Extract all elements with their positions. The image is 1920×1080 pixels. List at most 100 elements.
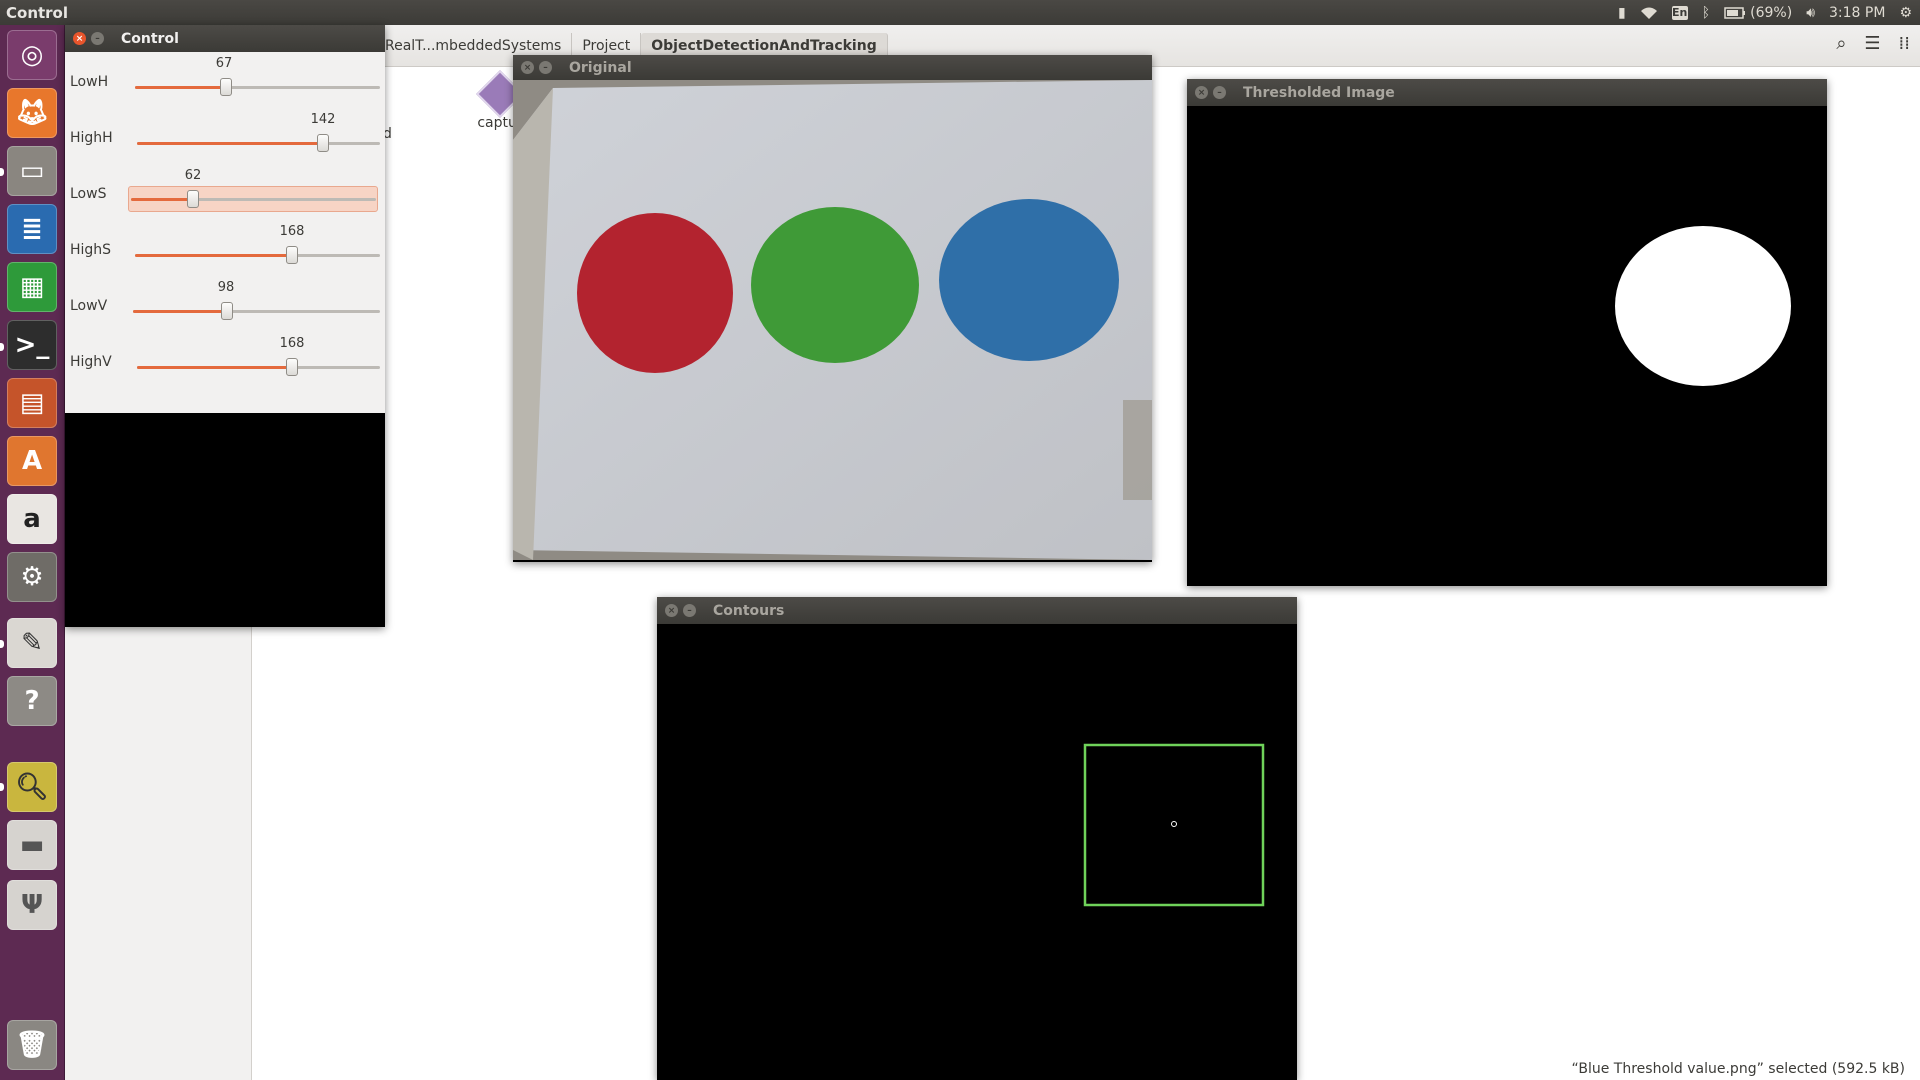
minimize-icon[interactable]: – xyxy=(1213,86,1226,99)
search-icon[interactable]: ⌕ xyxy=(1836,33,1846,54)
trackbar-label: LowV xyxy=(70,298,108,314)
trackbar-track[interactable] xyxy=(131,190,376,208)
green-circle xyxy=(751,207,919,363)
volume-icon[interactable]: 🔊︎ xyxy=(1806,5,1815,21)
trackbar-highv[interactable]: HighV 168 xyxy=(65,332,385,388)
threshold-frame xyxy=(1187,106,1827,586)
original-window-titlebar[interactable]: × – Original xyxy=(513,55,1152,80)
blue-circle xyxy=(939,199,1119,361)
trackbar-label: HighV xyxy=(70,354,112,370)
detected-blob xyxy=(1615,226,1791,386)
help-icon[interactable]: ? xyxy=(7,676,57,726)
trackbar-label: LowH xyxy=(70,74,109,90)
usb-creator-icon[interactable]: Ψ xyxy=(7,880,57,930)
files-indicator-icon[interactable]: ▮ xyxy=(1618,5,1626,21)
top-panel: Control ▮ En ᛒ (69%) 🔊︎ 3:18 PM ⚙ xyxy=(0,0,1920,25)
contours-frame xyxy=(657,624,1297,1080)
status-bar: “Blue Threshold value.png” selected (592… xyxy=(1571,1061,1905,1077)
trackbar-lowh[interactable]: LowH 67 xyxy=(65,52,385,108)
thresholded-window-titlebar[interactable]: × – Thresholded Image xyxy=(1187,79,1827,106)
trackbar-track[interactable] xyxy=(133,302,380,320)
trackbar-value: 67 xyxy=(215,56,233,71)
trackbar-handle[interactable] xyxy=(220,78,232,96)
trackbar-label: HighH xyxy=(70,130,113,146)
battery-indicator[interactable]: (69%) xyxy=(1724,5,1792,21)
keyboard-layout-indicator[interactable]: En xyxy=(1671,5,1688,20)
trackbar-lowv[interactable]: LowV 98 xyxy=(65,276,385,332)
trackbar-value: 168 xyxy=(279,224,305,239)
thresholded-window: × – Thresholded Image xyxy=(1187,79,1827,586)
trackbar-track[interactable] xyxy=(135,246,380,264)
trackbar-track[interactable] xyxy=(135,78,380,96)
running-indicator xyxy=(0,343,4,351)
running-indicator xyxy=(0,168,4,176)
trackbar-handle[interactable] xyxy=(221,302,233,320)
minimize-icon[interactable]: – xyxy=(91,32,104,45)
minimize-icon[interactable]: – xyxy=(539,61,552,74)
software-center-icon[interactable]: A xyxy=(7,436,57,486)
trackbar-value: 62 xyxy=(184,168,202,183)
trackbar-handle[interactable] xyxy=(286,358,298,376)
control-window-titlebar[interactable]: × – Control xyxy=(65,25,385,52)
bluetooth-icon[interactable]: ᛒ xyxy=(1702,5,1710,21)
camera-frame-image xyxy=(513,80,1152,560)
image-viewer-icon[interactable]: 🔍︎ xyxy=(7,762,57,812)
window-title: Contours xyxy=(713,602,785,619)
trackbar-highh[interactable]: HighH 142 xyxy=(65,108,385,164)
window-title: Thresholded Image xyxy=(1243,84,1395,101)
clock[interactable]: 3:18 PM xyxy=(1829,5,1885,21)
threshold-mask-image xyxy=(1187,106,1827,586)
trackbar-value: 168 xyxy=(279,336,305,351)
trackbar-handle[interactable] xyxy=(317,134,329,152)
contours-window: × – Contours xyxy=(657,597,1297,1080)
running-indicator xyxy=(0,783,4,791)
active-app-title: Control xyxy=(6,3,69,22)
list-view-icon[interactable]: ☰ xyxy=(1864,33,1880,54)
amazon-icon[interactable]: a xyxy=(7,494,57,544)
trackbar-label: LowS xyxy=(70,186,107,202)
text-editor-icon[interactable]: ✎ xyxy=(7,618,57,668)
trackbar-handle[interactable] xyxy=(187,190,199,208)
minimize-icon[interactable]: – xyxy=(683,604,696,617)
red-circle xyxy=(577,213,733,373)
close-icon[interactable]: × xyxy=(1195,86,1208,99)
trackbar-handle[interactable] xyxy=(286,246,298,264)
file-manager-tools: ⌕ ☰ ⁞⁞ xyxy=(1836,33,1910,54)
trackbar-value: 98 xyxy=(217,280,235,295)
window-title: Control xyxy=(121,30,179,47)
trackbar-highs[interactable]: HighS 168 xyxy=(65,220,385,276)
control-window: × – Control LowH 67 HighH 142 LowS 62 Hi… xyxy=(65,25,385,627)
contours-image xyxy=(657,624,1297,1080)
trash-icon[interactable]: 🗑︎ xyxy=(7,1020,57,1070)
contours-window-titlebar[interactable]: × – Contours xyxy=(657,597,1297,624)
system-settings-icon[interactable]: ⚙ xyxy=(7,552,57,602)
terminal-icon[interactable]: >_ xyxy=(7,320,57,370)
trackbar-panel: LowH 67 HighH 142 LowS 62 HighS 168 LowV… xyxy=(65,52,385,413)
window-title: Original xyxy=(569,59,632,76)
writer-icon[interactable]: ≣ xyxy=(7,204,57,254)
battery-icon xyxy=(1724,6,1746,19)
firefox-icon[interactable]: 🦊︎ xyxy=(7,88,57,138)
files-icon[interactable]: ▭ xyxy=(7,146,57,196)
camera-frame xyxy=(513,80,1152,560)
wifi-icon[interactable] xyxy=(1640,6,1658,20)
running-indicator xyxy=(0,640,4,648)
calc-icon[interactable]: ▦ xyxy=(7,262,57,312)
launcher: ◎ 🦊︎ ▭ ≣ ▦ >_ ▤ A a ⚙ ✎ ? 🔍︎ ▬ Ψ 🗑︎ xyxy=(0,25,65,1080)
disk-icon[interactable]: ▬ xyxy=(7,820,57,870)
trackbar-lows[interactable]: LowS 62 xyxy=(65,164,385,220)
ubuntu-dash-icon[interactable]: ◎ xyxy=(7,30,57,80)
battery-percent: (69%) xyxy=(1750,4,1793,21)
grid-view-icon[interactable]: ⁞⁞ xyxy=(1899,33,1910,54)
indicator-area: ▮ En ᛒ (69%) 🔊︎ 3:18 PM ⚙ xyxy=(1618,0,1920,25)
trackbar-label: HighS xyxy=(70,242,112,258)
close-icon[interactable]: × xyxy=(521,61,534,74)
original-window: × – Original xyxy=(513,55,1152,562)
trackbar-value: 142 xyxy=(310,112,336,127)
close-icon[interactable]: × xyxy=(665,604,678,617)
close-icon[interactable]: × xyxy=(73,32,86,45)
trackbar-track[interactable] xyxy=(137,358,380,376)
trackbar-track[interactable] xyxy=(137,134,380,152)
settings-gear-icon[interactable]: ⚙ xyxy=(1899,5,1912,21)
impress-icon[interactable]: ▤ xyxy=(7,378,57,428)
